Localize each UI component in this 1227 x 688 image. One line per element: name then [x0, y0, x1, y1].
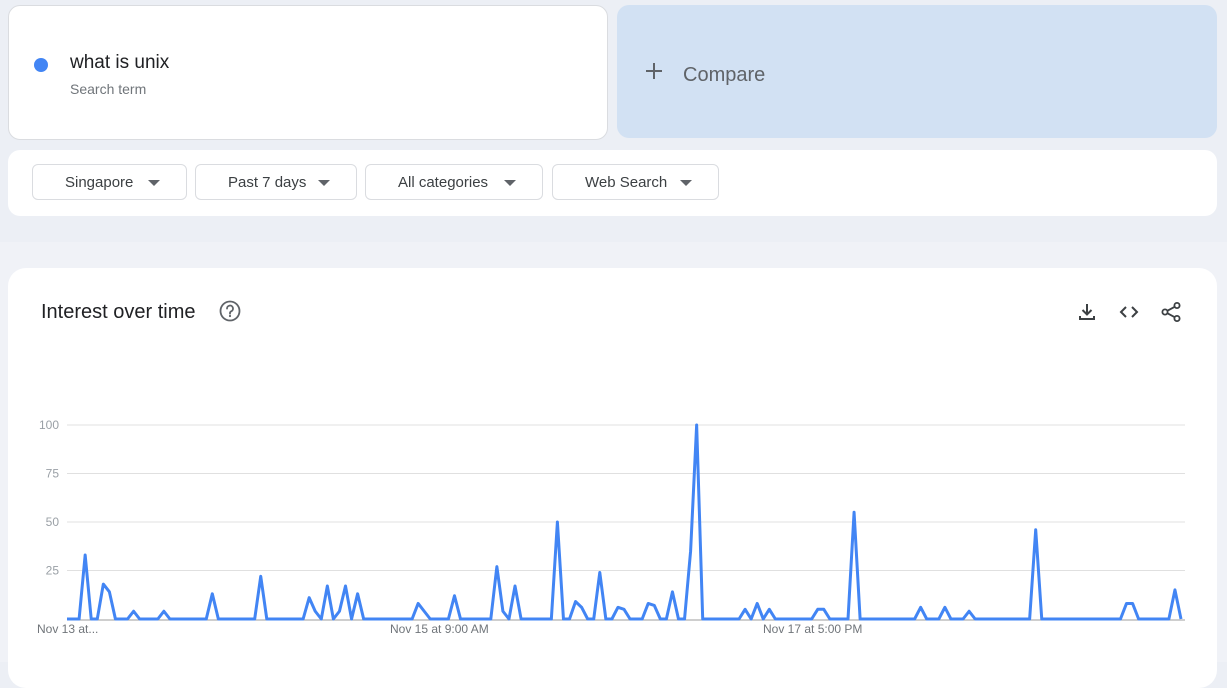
caret-down-icon	[504, 180, 516, 186]
caret-down-icon	[680, 180, 692, 186]
category-filter-label: All categories	[398, 173, 489, 191]
caret-down-icon	[148, 180, 160, 186]
search-type-filter-label: Web Search	[585, 173, 668, 191]
x-tick-label: Nov 15 at 9:00 AM	[390, 622, 489, 636]
compare-button[interactable]: Compare	[617, 5, 1217, 138]
x-tick-label: Nov 17 at 5:00 PM	[763, 622, 862, 636]
filter-bar: Singapore Past 7 days All categories Web…	[8, 150, 1217, 216]
compare-label: Compare	[683, 64, 766, 86]
interest-line-chart: 100 75 50 25 Nov 13 at... Nov 15 at 9:00 AM No…	[37, 418, 1185, 636]
x-tick-label: Nov 13 at...	[37, 622, 98, 636]
search-term-type: Search term	[70, 81, 147, 97]
term-color-dot	[34, 58, 48, 72]
time-range-filter[interactable]: Past 7 days	[195, 164, 357, 200]
search-term-name[interactable]: what is unix	[70, 52, 169, 74]
y-tick-label: 25	[46, 564, 60, 578]
y-tick-label: 50	[46, 515, 60, 529]
plus-icon	[645, 58, 663, 84]
caret-down-icon	[318, 180, 330, 186]
search-type-filter[interactable]: Web Search	[552, 164, 719, 200]
y-tick-label: 100	[39, 418, 59, 432]
interest-over-time-card: Interest over time 100 75 50 25 Nov 13 at...…	[8, 268, 1217, 688]
search-term-card[interactable]: what is unix Search term	[8, 5, 608, 140]
region-filter[interactable]: Singapore	[32, 164, 187, 200]
time-range-filter-label: Past 7 days	[228, 173, 307, 191]
category-filter[interactable]: All categories	[365, 164, 543, 200]
y-tick-label: 75	[46, 467, 60, 481]
region-filter-label: Singapore	[65, 173, 134, 191]
